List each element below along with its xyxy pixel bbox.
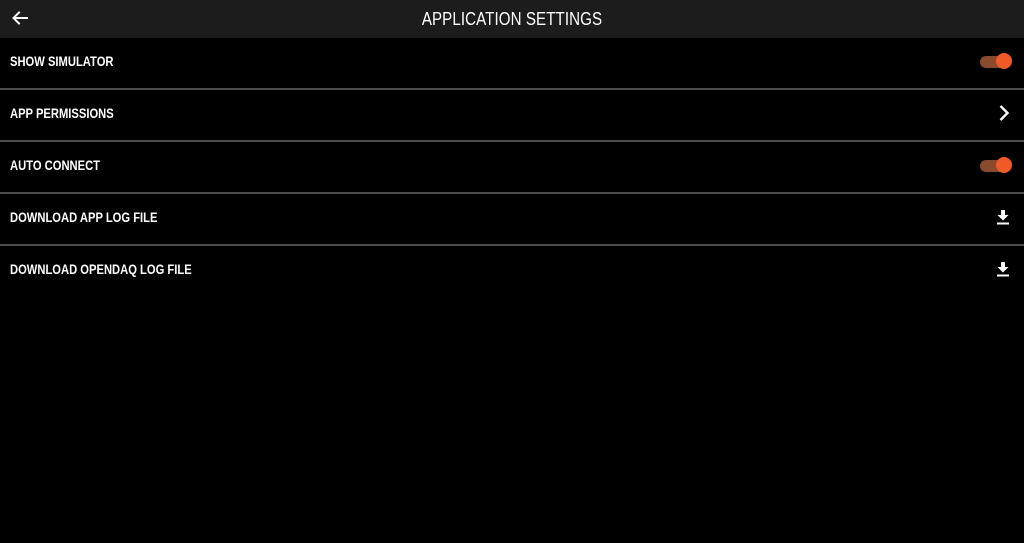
top-app-bar: APPLICATION SETTINGS <box>0 0 1024 38</box>
setting-row-show-simulator[interactable]: SHOW SIMULATOR <box>0 38 1024 90</box>
setting-label: AUTO CONNECT <box>10 157 101 173</box>
download-icon[interactable] <box>996 209 1010 225</box>
setting-label: DOWNLOAD APP LOG FILE <box>10 209 158 225</box>
app-settings-screen: APPLICATION SETTINGS SHOW SIMULATOR APP … <box>0 0 1024 543</box>
setting-row-app-permissions[interactable]: APP PERMISSIONS <box>0 90 1024 142</box>
setting-label: SHOW SIMULATOR <box>10 53 114 69</box>
setting-row-download-app-log[interactable]: DOWNLOAD APP LOG FILE <box>0 194 1024 246</box>
page-title: APPLICATION SETTINGS <box>421 9 603 29</box>
show-simulator-toggle[interactable] <box>980 53 1012 69</box>
auto-connect-toggle[interactable] <box>980 157 1012 173</box>
setting-label: DOWNLOAD OPENDAQ LOG FILE <box>10 261 192 277</box>
setting-label: APP PERMISSIONS <box>10 105 114 121</box>
setting-row-download-opendaq-log[interactable]: DOWNLOAD OPENDAQ LOG FILE <box>0 246 1024 296</box>
download-icon[interactable] <box>996 261 1010 277</box>
setting-row-auto-connect[interactable]: AUTO CONNECT <box>0 142 1024 194</box>
arrow-left-icon <box>12 11 28 25</box>
chevron-right-icon[interactable] <box>998 104 1010 122</box>
toggle-thumb <box>996 53 1012 69</box>
settings-list: SHOW SIMULATOR APP PERMISSIONS AUTO CONN… <box>0 38 1024 296</box>
toggle-thumb <box>996 157 1012 173</box>
back-button[interactable] <box>6 5 34 31</box>
